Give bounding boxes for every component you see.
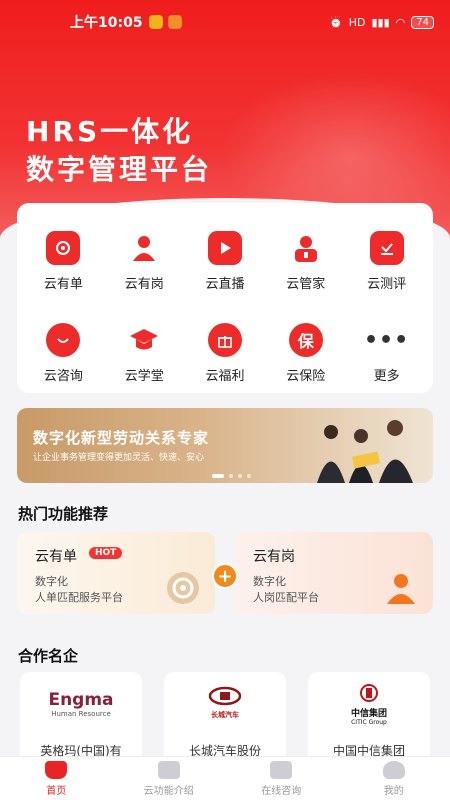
grid-label: 云管家: [286, 277, 326, 292]
tab-label: 在线咨询: [261, 785, 302, 797]
greatwall-emblem: [208, 686, 242, 706]
tab-label: 首页: [46, 785, 67, 797]
banner-subtitle: 让企业事务管理变得更加灵活、快速、安心: [33, 453, 205, 463]
business-people-image: [317, 420, 413, 483]
chat-icon: [270, 760, 293, 779]
hot-section-title: 热门功能推荐: [18, 505, 109, 523]
network-label: HD: [348, 15, 366, 29]
order-icon: [46, 231, 81, 265]
insurance-icon: 保: [288, 323, 323, 357]
grid-item-yunzhibo[interactable]: 云直播: [185, 231, 266, 301]
grid-item-yunceping[interactable]: 云测评: [346, 231, 427, 301]
grid-label: 云直播: [205, 277, 245, 292]
person-icon: [127, 231, 161, 265]
hot-badge: HOT: [89, 547, 123, 559]
banner-title: 数字化新型劳动关系专家: [33, 429, 210, 447]
tab-label: 云功能介绍: [143, 785, 194, 797]
grid-label: 云有岗: [124, 277, 164, 292]
battery-icon: 74: [411, 15, 434, 29]
greatwall-logo-text: 长城汽车: [211, 711, 239, 719]
engma-logo-text: Engma: [48, 690, 114, 710]
hot-card-desc: 数字化 人单匹配服务平台: [35, 574, 123, 606]
hot-card-desc: 数字化 人岗匹配平台: [253, 574, 319, 606]
grid-label: 云咨询: [43, 369, 83, 384]
engma-logo: Engma Human Resource: [20, 690, 142, 718]
service-grid: 云有单 云有岗 云直播 云管家 云测评 云咨询 云学堂 云福利 保 云保险 ••…: [17, 203, 433, 393]
citic-emblem: [360, 684, 378, 702]
grid-item-yunzixun[interactable]: 云咨询: [23, 323, 104, 393]
plus-icon: +: [212, 563, 238, 589]
evaluation-icon: [369, 231, 404, 265]
hero-title-line2: 数字管理平台: [26, 153, 213, 186]
grid-item-yunbaoxian[interactable]: 保 云保险: [265, 323, 346, 393]
hot-card-name: 云有单: [35, 549, 77, 565]
tab-mine[interactable]: 我的: [338, 757, 450, 800]
grid-label: 更多: [373, 369, 400, 384]
notification-icon: [148, 15, 163, 29]
hot-card-desc-line: 数字化: [253, 575, 286, 588]
gift-icon: [207, 323, 242, 357]
grid-item-yunyougang[interactable]: 云有岗: [104, 231, 185, 301]
graduation-cap-icon: [127, 323, 161, 357]
hot-card-name: 云有岗: [253, 549, 295, 565]
hot-card-yunyougang[interactable]: 云有岗 数字化 人岗匹配平台: [235, 532, 433, 614]
order-icon: [167, 572, 199, 604]
person-icon: [387, 574, 415, 604]
carousel-dots[interactable]: [212, 474, 251, 478]
promo-banner[interactable]: 数字化新型劳动关系专家 让企业事务管理变得更加灵活、快速、安心: [17, 408, 433, 483]
carousel-dot[interactable]: [212, 474, 224, 478]
carousel-dot[interactable]: [247, 474, 251, 478]
hot-card-desc-line: 人单匹配服务平台: [35, 591, 123, 604]
status-time: 上午10:05: [70, 15, 143, 31]
more-icon: •••: [364, 327, 410, 353]
signal-icon: ▮▮▮: [371, 15, 390, 29]
citic-logo-sub: CITIC Group: [351, 719, 387, 726]
carousel-dot[interactable]: [238, 474, 242, 478]
grid-label: 云测评: [367, 277, 407, 292]
steward-icon: [289, 231, 323, 265]
chat-icon: [46, 323, 81, 357]
carousel-dot[interactable]: [229, 474, 233, 478]
tab-consult[interactable]: 在线咨询: [225, 757, 338, 800]
grid-item-yunguanjia[interactable]: 云管家: [265, 231, 346, 301]
hero-title-line1: HRS一体化: [26, 115, 194, 148]
tab-label: 我的: [383, 785, 404, 797]
grid-label: 云福利: [205, 369, 245, 384]
tab-features[interactable]: 云功能介绍: [113, 757, 226, 800]
grid-item-yunyoudan[interactable]: 云有单: [23, 231, 104, 301]
hero-title: HRS一体化 数字管理平台: [26, 113, 212, 189]
grid-item-more[interactable]: ••• 更多: [346, 323, 427, 393]
home-icon: [45, 760, 68, 779]
grid-label: 云有单: [43, 277, 83, 292]
hot-card-yunyoudan[interactable]: 云有单 HOT 数字化 人单匹配服务平台: [17, 532, 215, 614]
engma-logo-sub: Human Resource: [51, 710, 111, 718]
user-icon: [382, 760, 405, 779]
grid-label: 云学堂: [124, 369, 164, 384]
citic-logo: 中信集团 CITIC Group: [308, 684, 430, 726]
grid-icon: [157, 760, 180, 779]
grid-item-yunxuetang[interactable]: 云学堂: [104, 323, 185, 393]
play-icon: [207, 231, 242, 265]
status-bar: 上午10:05 ⏰ HD ▮▮▮ ◠ 74: [0, 0, 450, 44]
citic-logo-text: 中信集团: [350, 709, 387, 719]
greatwall-logo: 长城汽车: [164, 686, 286, 720]
hot-card-desc-line: 数字化: [35, 575, 68, 588]
grid-item-yunfuli[interactable]: 云福利: [185, 323, 266, 393]
notification-icon: [167, 15, 182, 29]
bottom-tab-bar: 首页 云功能介绍 在线咨询 我的: [0, 756, 450, 800]
wifi-icon: ◠: [395, 15, 406, 29]
alarm-icon: ⏰: [329, 15, 343, 29]
grid-label: 云保险: [286, 369, 326, 384]
partners-section-title: 合作名企: [18, 647, 79, 665]
hot-card-desc-line: 人岗匹配平台: [253, 591, 319, 604]
tab-home[interactable]: 首页: [0, 757, 113, 800]
